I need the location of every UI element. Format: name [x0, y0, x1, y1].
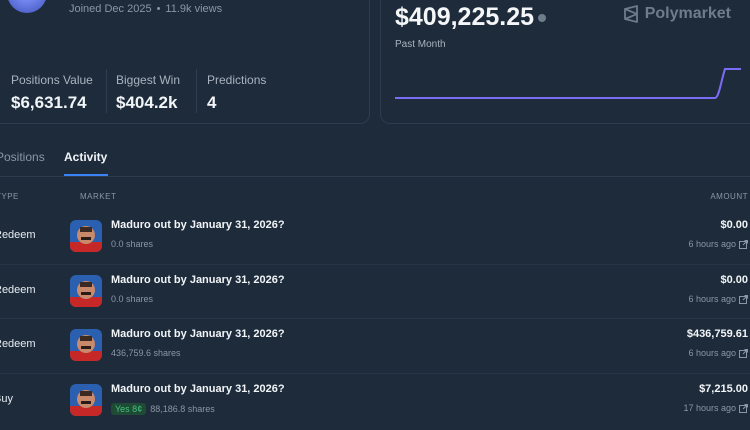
stat-label: Predictions: [207, 73, 267, 87]
market-thumbnail[interactable]: [70, 220, 102, 252]
polymarket-icon: [623, 5, 638, 23]
share-count: 0.0 shares: [111, 239, 154, 249]
separator-dot: •: [156, 3, 161, 15]
brand-name: Polymarket: [644, 5, 731, 23]
activity-time: 17 hours ago: [683, 403, 748, 414]
pnl-value: $409,225.25: [395, 3, 547, 32]
stat-predictions: Predictions 4: [207, 73, 266, 113]
market-image-icon: [70, 275, 102, 307]
market-image-icon: [70, 220, 102, 252]
active-tab-indicator: [64, 174, 108, 176]
stat-value: $6,631.74: [11, 93, 87, 112]
external-link-icon[interactable]: [739, 240, 748, 250]
market-title[interactable]: Maduro out by January 31, 2026?: [111, 383, 285, 395]
activity-amount: $0.00: [720, 219, 748, 231]
pnl-amount: $409,225.25: [395, 3, 535, 31]
stat-value: $404.2k: [116, 93, 178, 112]
activity-type: Redeem: [0, 229, 36, 241]
stat-label: Positions Value: [11, 73, 93, 87]
brand-logo[interactable]: Polymarket: [622, 5, 731, 23]
market-title[interactable]: Maduro out by January 31, 2026?: [111, 274, 285, 286]
column-header-type: TYPE: [0, 192, 19, 201]
stat-value: 4: [207, 93, 217, 112]
activity-type: Redeem: [0, 338, 36, 350]
timestamp: 6 hours ago: [688, 239, 736, 249]
tab-bar: Positions Activity: [0, 140, 750, 177]
outcome-badge: Yes 8¢: [111, 403, 147, 415]
stat-divider: [106, 69, 107, 113]
avatar[interactable]: [7, 0, 47, 13]
activity-time: 6 hours ago: [688, 348, 748, 359]
external-link-icon[interactable]: [739, 349, 748, 359]
activity-amount: $7,215.00: [699, 383, 748, 395]
timestamp: 17 hours ago: [683, 403, 736, 413]
activity-time: 6 hours ago: [688, 294, 748, 305]
pnl-period: Past Month: [395, 39, 446, 50]
market-thumbnail[interactable]: [70, 275, 102, 307]
market-title[interactable]: Maduro out by January 31, 2026?: [111, 219, 285, 231]
market-image-icon: [70, 329, 102, 361]
activity-row[interactable]: Redeem Maduro out by January 31, 2026? 0…: [0, 210, 750, 264]
activity-row[interactable]: Buy Maduro out by January 31, 2026? Yes …: [0, 374, 750, 428]
profile-meta: Joined Dec 2025 • 11.9k views: [69, 3, 222, 15]
stat-positions-value: Positions Value $6,631.74: [11, 73, 93, 113]
activity-time: 6 hours ago: [688, 239, 748, 250]
stat-label: Biggest Win: [116, 73, 181, 87]
stat-biggest-win: Biggest Win $404.2k: [116, 73, 180, 113]
market-thumbnail[interactable]: [70, 329, 102, 361]
share-count: 88,186.8 shares: [150, 404, 215, 414]
view-count: 11.9k views: [165, 3, 223, 15]
market-title[interactable]: Maduro out by January 31, 2026?: [111, 328, 285, 340]
market-thumbnail[interactable]: [70, 384, 102, 416]
column-header-market: MARKET: [80, 192, 117, 201]
share-count: 436,759.6 shares: [111, 348, 181, 358]
tab-positions[interactable]: Positions: [0, 150, 45, 164]
external-link-icon[interactable]: [739, 404, 748, 414]
pnl-card: $409,225.25 Past Month Polymarket: [380, 0, 750, 124]
pnl-line: [395, 68, 741, 99]
stat-divider: [196, 69, 197, 113]
activity-type: Redeem: [0, 284, 36, 296]
tab-activity[interactable]: Activity: [64, 150, 107, 164]
activity-row[interactable]: Redeem Maduro out by January 31, 2026? 4…: [0, 319, 750, 373]
timestamp: 6 hours ago: [688, 348, 736, 358]
column-header-amount: AMOUNT: [710, 192, 748, 201]
joined-date: Joined Dec 2025: [69, 3, 152, 15]
timestamp: 6 hours ago: [688, 294, 736, 304]
activity-amount: $436,759.61: [686, 328, 748, 340]
market-image-icon: [70, 384, 102, 416]
activity-amount: $0.00: [720, 274, 748, 286]
info-icon[interactable]: [538, 14, 547, 23]
share-count: 0.0 shares: [111, 294, 154, 304]
activity-row[interactable]: Redeem Maduro out by January 31, 2026? 0…: [0, 265, 750, 319]
share-count-with-badge: Yes 8¢ 88,186.8 shares: [111, 403, 215, 415]
profile-card: Joined Dec 2025 • 11.9k views Positions Va…: [0, 0, 370, 124]
activity-type: Buy: [0, 393, 13, 405]
pnl-chart: [395, 68, 741, 99]
external-link-icon[interactable]: [739, 295, 748, 305]
